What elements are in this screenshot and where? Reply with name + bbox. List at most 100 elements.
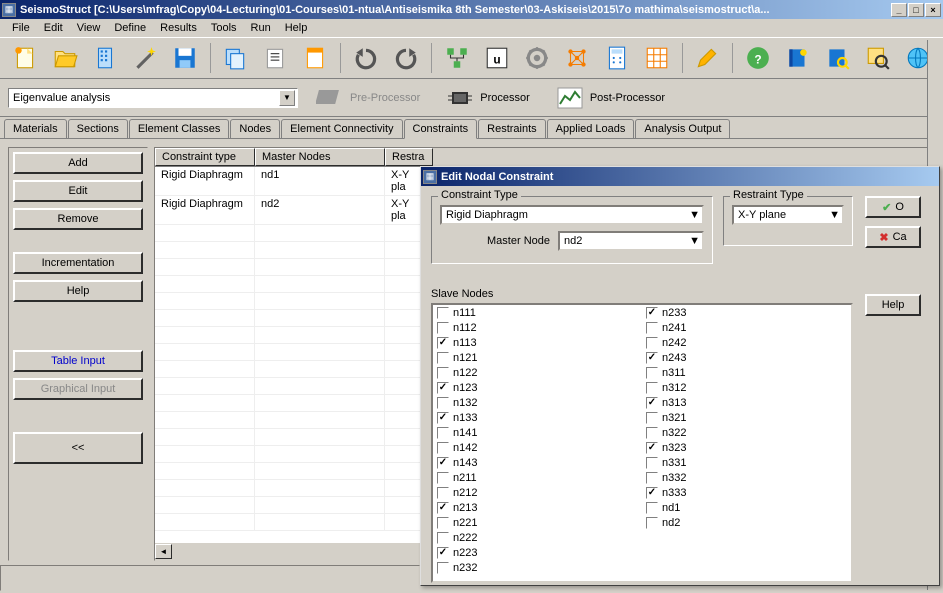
- slave-node-checkbox[interactable]: n312: [642, 380, 851, 395]
- slave-node-checkbox[interactable]: n311: [642, 365, 851, 380]
- slave-node-checkbox[interactable]: n141: [433, 425, 642, 440]
- slave-node-checkbox[interactable]: ✓n313: [642, 395, 851, 410]
- table-header[interactable]: Master Nodes: [255, 148, 385, 166]
- maximize-button[interactable]: □: [908, 3, 924, 17]
- remove-button[interactable]: Remove: [13, 208, 143, 230]
- post-processor-button[interactable]: Post-Processor: [548, 82, 673, 114]
- master-node-combo[interactable]: nd2 ▼: [558, 231, 704, 251]
- tab-element-classes[interactable]: Element Classes: [129, 119, 230, 138]
- calculator-icon[interactable]: [600, 41, 634, 75]
- slave-node-label: nd1: [662, 502, 680, 514]
- grid-icon[interactable]: [640, 41, 674, 75]
- slave-node-checkbox[interactable]: n122: [433, 365, 642, 380]
- menu-run[interactable]: Run: [245, 21, 277, 35]
- table-header[interactable]: Restra: [385, 148, 433, 166]
- help-button[interactable]: Help: [13, 280, 143, 302]
- slave-node-checkbox[interactable]: n332: [642, 470, 851, 485]
- menu-define[interactable]: Define: [108, 21, 152, 35]
- menu-help[interactable]: Help: [279, 21, 314, 35]
- report-icon[interactable]: [298, 41, 332, 75]
- tab-materials[interactable]: Materials: [4, 119, 67, 138]
- slave-node-checkbox[interactable]: ✓n233: [642, 305, 851, 320]
- menu-results[interactable]: Results: [154, 21, 203, 35]
- menu-tools[interactable]: Tools: [205, 21, 243, 35]
- slave-node-checkbox[interactable]: ✓n213: [433, 500, 642, 515]
- slave-node-checkbox[interactable]: n322: [642, 425, 851, 440]
- slave-node-checkbox[interactable]: ✓n223: [433, 545, 642, 560]
- dialog-titlebar[interactable]: ▦ Edit Nodal Constraint: [421, 167, 939, 186]
- slave-node-checkbox[interactable]: nd1: [642, 500, 851, 515]
- slave-node-checkbox[interactable]: ✓n113: [433, 335, 642, 350]
- slave-node-checkbox[interactable]: ✓n243: [642, 350, 851, 365]
- slave-node-checkbox[interactable]: ✓n323: [642, 440, 851, 455]
- open-icon[interactable]: [48, 41, 82, 75]
- table-input-button[interactable]: Table Input: [13, 350, 143, 372]
- slave-node-checkbox[interactable]: n222: [433, 530, 642, 545]
- tab-element-connectivity[interactable]: Element Connectivity: [281, 119, 402, 138]
- slave-node-checkbox[interactable]: n211: [433, 470, 642, 485]
- slave-node-checkbox[interactable]: ✓n333: [642, 485, 851, 500]
- slave-node-checkbox[interactable]: n321: [642, 410, 851, 425]
- tab-applied-loads[interactable]: Applied Loads: [547, 119, 635, 138]
- structure-icon[interactable]: [560, 41, 594, 75]
- restraint-type-combo[interactable]: X-Y plane ▼: [732, 205, 844, 225]
- tab-constraints[interactable]: Constraints: [404, 119, 478, 139]
- slave-node-checkbox[interactable]: n121: [433, 350, 642, 365]
- help-icon[interactable]: ?: [741, 41, 775, 75]
- dialog-help-button[interactable]: Help: [865, 294, 921, 316]
- new-icon[interactable]: [8, 41, 42, 75]
- pre-processor-button[interactable]: Pre-Processor: [308, 82, 428, 114]
- menu-view[interactable]: View: [71, 21, 107, 35]
- slave-node-label: n133: [453, 412, 477, 424]
- slave-node-checkbox[interactable]: n111: [433, 305, 642, 320]
- cancel-button[interactable]: ✖Ca: [865, 226, 921, 248]
- tab-restraints[interactable]: Restraints: [478, 119, 546, 138]
- slave-node-checkbox[interactable]: ✓n133: [433, 410, 642, 425]
- search-icon[interactable]: [861, 41, 895, 75]
- building-icon[interactable]: [88, 41, 122, 75]
- edit-button[interactable]: Edit: [13, 180, 143, 202]
- tab-nodes[interactable]: Nodes: [230, 119, 280, 138]
- copy-icon[interactable]: [219, 41, 253, 75]
- slave-node-checkbox[interactable]: ✓n143: [433, 455, 642, 470]
- tab-sections[interactable]: Sections: [68, 119, 128, 138]
- units-icon[interactable]: u: [480, 41, 514, 75]
- slave-node-checkbox[interactable]: n132: [433, 395, 642, 410]
- slave-node-checkbox[interactable]: n242: [642, 335, 851, 350]
- back-button[interactable]: <<: [13, 432, 143, 464]
- scroll-left-icon[interactable]: ◄: [155, 544, 172, 559]
- constraint-type-combo[interactable]: Rigid Diaphragm ▼: [440, 205, 704, 225]
- minimize-button[interactable]: _: [891, 3, 907, 17]
- book-find-icon[interactable]: [821, 41, 855, 75]
- settings-icon[interactable]: [520, 41, 554, 75]
- slave-node-checkbox[interactable]: ✓n123: [433, 380, 642, 395]
- add-button[interactable]: Add: [13, 152, 143, 174]
- paste-icon[interactable]: [258, 41, 292, 75]
- slave-node-checkbox[interactable]: n241: [642, 320, 851, 335]
- menu-edit[interactable]: Edit: [38, 21, 69, 35]
- close-button[interactable]: ×: [925, 3, 941, 17]
- processor-button[interactable]: Processor: [438, 82, 538, 114]
- save-icon[interactable]: [168, 41, 202, 75]
- analysis-type-combo[interactable]: Eigenvalue analysis ▼: [8, 88, 298, 108]
- redo-icon[interactable]: [389, 41, 423, 75]
- dropdown-arrow-icon: ▼: [829, 209, 840, 221]
- brush-icon[interactable]: [691, 41, 725, 75]
- slave-node-checkbox[interactable]: nd2: [642, 515, 851, 530]
- incrementation-button[interactable]: Incrementation: [13, 252, 143, 274]
- undo-icon[interactable]: [349, 41, 383, 75]
- graphical-input-button[interactable]: Graphical Input: [13, 378, 143, 400]
- slave-node-checkbox[interactable]: n232: [433, 560, 642, 575]
- slave-node-checkbox[interactable]: n212: [433, 485, 642, 500]
- book-blue-icon[interactable]: [781, 41, 815, 75]
- tab-analysis-output[interactable]: Analysis Output: [635, 119, 730, 138]
- slave-node-checkbox[interactable]: n112: [433, 320, 642, 335]
- tree-icon[interactable]: [440, 41, 474, 75]
- slave-node-checkbox[interactable]: n142: [433, 440, 642, 455]
- table-header[interactable]: Constraint type: [155, 148, 255, 166]
- wizard-icon[interactable]: [128, 41, 162, 75]
- ok-button[interactable]: ✔O: [865, 196, 921, 218]
- menu-file[interactable]: File: [6, 21, 36, 35]
- slave-node-checkbox[interactable]: n221: [433, 515, 642, 530]
- slave-node-checkbox[interactable]: n331: [642, 455, 851, 470]
